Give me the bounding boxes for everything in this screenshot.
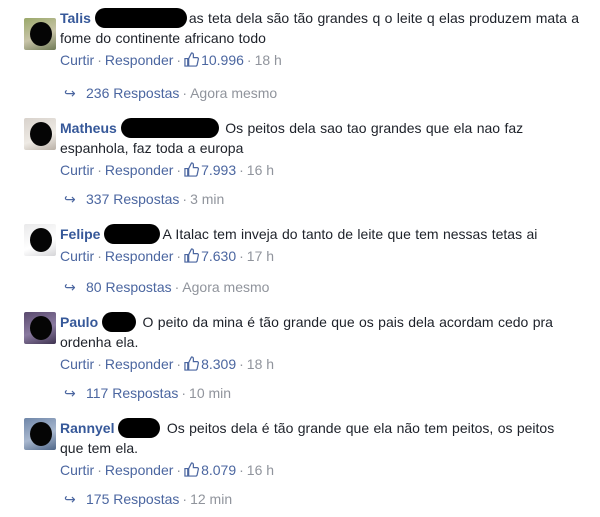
- comment-text-block: Felipe A Italac tem inveja do tanto de le…: [60, 224, 580, 244]
- like-link[interactable]: Curtir: [60, 52, 94, 68]
- reply-arrow-icon: ↪: [64, 385, 76, 401]
- replies-time: Agora mesmo: [190, 85, 278, 101]
- comment-text-block: Rannyel Os peitos dela é tão grande que …: [60, 418, 580, 458]
- replies-link[interactable]: 236 Respostas: [86, 85, 179, 101]
- avatar[interactable]: [24, 18, 56, 50]
- thumbs-up-icon: [184, 52, 200, 67]
- comment-actions: Curtir · Responder · 8.309 · 18 h: [60, 356, 275, 372]
- replies-link[interactable]: 117 Respostas: [86, 385, 178, 401]
- redacted-name: [118, 418, 161, 438]
- like-link[interactable]: Curtir: [60, 162, 94, 178]
- comment-time[interactable]: 18 h: [247, 356, 274, 372]
- reply-arrow-icon: ↪: [64, 191, 76, 207]
- replies-link[interactable]: 80 Respostas: [86, 279, 172, 295]
- avatar[interactable]: [24, 224, 56, 256]
- like-link[interactable]: Curtir: [60, 356, 94, 372]
- redacted-name: [120, 118, 219, 138]
- avatar[interactable]: [24, 118, 56, 150]
- replies-time: 3 min: [190, 191, 225, 207]
- comment-actions: Curtir · Responder · 8.079 · 16 h: [60, 462, 275, 478]
- commenter-name[interactable]: Talis: [60, 10, 91, 26]
- comment-time[interactable]: 17 h: [247, 248, 274, 264]
- replies-row[interactable]: ↪ 337 Respostas · 3 min: [64, 190, 224, 208]
- comment-text-block: Talis as teta dela são tão grandes q o le…: [60, 8, 580, 48]
- replies-row[interactable]: ↪ 80 Respostas · Agora mesmo: [64, 278, 269, 296]
- replies-link[interactable]: 337 Respostas: [86, 191, 179, 207]
- redacted-name: [102, 312, 137, 332]
- commenter-name[interactable]: Felipe: [60, 226, 100, 242]
- reply-arrow-icon: ↪: [64, 279, 76, 295]
- comment-text-block: Paulo O peito da mina é tão grande que o…: [60, 312, 580, 352]
- comment-time[interactable]: 16 h: [247, 162, 274, 178]
- replies-row[interactable]: ↪ 117 Respostas · 10 min: [64, 384, 231, 402]
- redacted-name: [94, 8, 187, 28]
- thumbs-up-icon: [184, 356, 200, 371]
- reply-arrow-icon: ↪: [64, 491, 76, 507]
- thumbs-up-icon: [184, 162, 200, 177]
- commenter-name[interactable]: Matheus: [60, 120, 117, 136]
- commenter-name[interactable]: Paulo: [60, 314, 98, 330]
- replies-row[interactable]: ↪ 175 Respostas · 12 min: [64, 490, 232, 508]
- like-count[interactable]: 7.993: [184, 162, 236, 178]
- replies-time: 10 min: [189, 385, 232, 401]
- like-count[interactable]: 10.996: [184, 52, 244, 68]
- reply-link[interactable]: Responder: [105, 162, 174, 178]
- replies-row[interactable]: ↪ 236 Respostas · Agora mesmo: [64, 84, 277, 102]
- comment-time[interactable]: 18 h: [255, 52, 282, 68]
- comment-actions: Curtir · Responder · 7.630 · 17 h: [60, 248, 275, 264]
- reply-link[interactable]: Responder: [105, 462, 174, 478]
- reply-link[interactable]: Responder: [105, 52, 174, 68]
- comment-actions: Curtir · Responder · 10.996 · 18 h: [60, 52, 282, 68]
- avatar[interactable]: [24, 418, 56, 450]
- like-count[interactable]: 7.630: [184, 248, 236, 264]
- thumbs-up-icon: [184, 462, 200, 477]
- like-link[interactable]: Curtir: [60, 248, 94, 264]
- thumbs-up-icon: [184, 248, 200, 263]
- replies-link[interactable]: 175 Respostas: [86, 491, 179, 507]
- comment-time[interactable]: 16 h: [247, 462, 274, 478]
- like-count[interactable]: 8.079: [184, 462, 236, 478]
- comment-actions: Curtir · Responder · 7.993 · 16 h: [60, 162, 275, 178]
- comment-text-block: Matheus Os peitos dela sao tao grandes q…: [60, 118, 580, 158]
- replies-time: 12 min: [190, 491, 233, 507]
- replies-time: Agora mesmo: [182, 279, 270, 295]
- reply-link[interactable]: Responder: [105, 356, 174, 372]
- like-link[interactable]: Curtir: [60, 462, 94, 478]
- comment-text: A Italac tem inveja do tanto de leite qu…: [162, 226, 538, 242]
- avatar[interactable]: [24, 312, 56, 344]
- like-count[interactable]: 8.309: [184, 356, 236, 372]
- commenter-name[interactable]: Rannyel: [60, 420, 114, 436]
- reply-link[interactable]: Responder: [105, 248, 174, 264]
- reply-arrow-icon: ↪: [64, 85, 76, 101]
- redacted-name: [104, 224, 161, 244]
